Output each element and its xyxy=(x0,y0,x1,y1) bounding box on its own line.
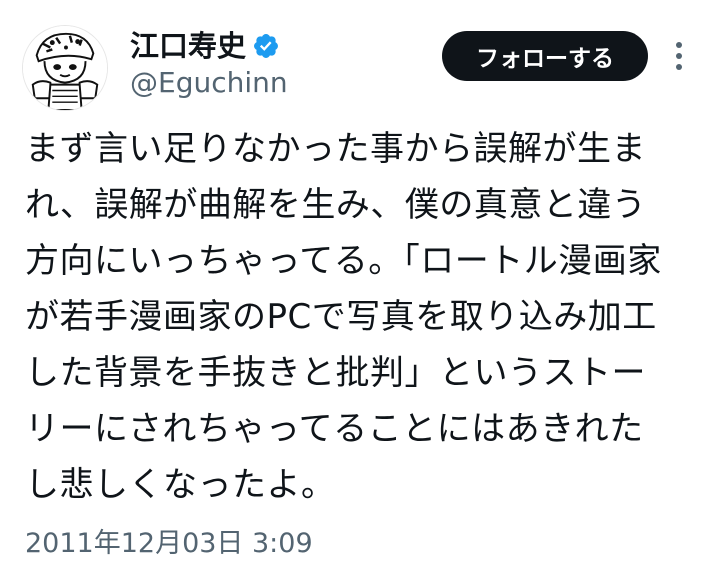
tweet-timestamp[interactable]: 2011年12月03日 3:09 xyxy=(25,524,313,564)
tweet-text-line: し悲しくなったよ。 xyxy=(25,465,336,505)
tweet-text-line: れ、誤解が曲解を生み、僕の真意と違う xyxy=(25,185,647,225)
author-name-row: 江口寿史 xyxy=(130,26,280,66)
follow-button[interactable]: フォローする xyxy=(442,31,648,81)
more-vertical-icon xyxy=(676,42,682,70)
author-handle[interactable]: @Eguchinn xyxy=(130,64,288,102)
avatar-illustration xyxy=(23,26,107,110)
tweet-text-line: した背景を手抜きと批判」というストー xyxy=(25,353,646,393)
tweet-text-line: が若手漫画家のPCで写真を取り込み加工 xyxy=(25,297,657,337)
verified-badge-icon xyxy=(252,32,280,60)
avatar[interactable] xyxy=(22,25,108,111)
tweet-text-line: リーにされちゃってることにはあきれた xyxy=(25,409,644,449)
tweet-text: まず言い足りなかった事から誤解が生ま れ、誤解が曲解を生み、僕の真意と違う 方向… xyxy=(25,121,700,513)
more-options-button[interactable] xyxy=(664,34,694,78)
tweet-text-line: まず言い足りなかった事から誤解が生ま xyxy=(25,129,646,169)
tweet-text-line: 方向にいっちゃってる。「ロートル漫画家 xyxy=(25,241,662,281)
tweet: 江口寿史 @Eguchinn フォローする まず言い足りなかった事から誤解が生ま… xyxy=(0,0,719,579)
author-display-name[interactable]: 江口寿史 xyxy=(130,26,246,66)
